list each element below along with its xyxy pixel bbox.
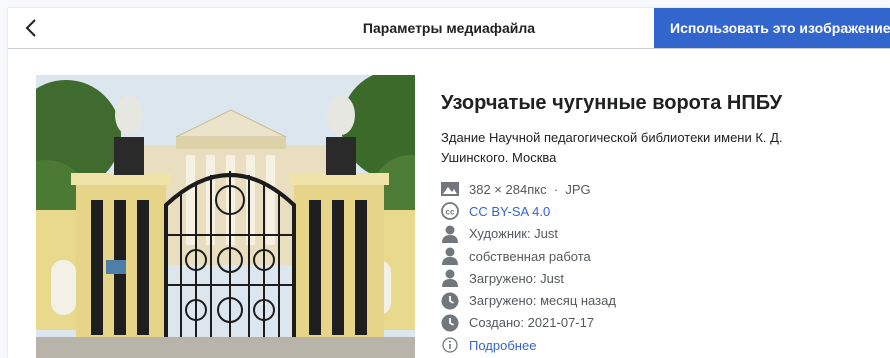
cc-icon: cc xyxy=(441,202,459,221)
user-icon xyxy=(441,247,459,266)
user-icon xyxy=(441,225,459,243)
meta-license: cc CC BY-SA 4.0 xyxy=(441,200,881,222)
meta-created: Создано: 2021-07-17 xyxy=(441,312,881,334)
image-icon xyxy=(441,180,459,198)
media-preview-image xyxy=(36,75,415,358)
info-icon xyxy=(441,336,459,354)
size-text: 382 × 284пкс xyxy=(469,181,547,197)
clock-icon xyxy=(441,292,459,310)
meta-size: 382 × 284пкс · JPG xyxy=(441,178,881,200)
chevron-left-icon xyxy=(25,19,36,37)
meta-uploader: Загружено: Just xyxy=(441,267,881,289)
clock-icon xyxy=(441,314,459,332)
media-info-panel: Узорчатые чугунные ворота НПБУ Здание На… xyxy=(441,90,881,356)
back-button[interactable] xyxy=(16,12,48,44)
separator: · xyxy=(553,181,559,197)
meta-source: собственная работа xyxy=(441,245,881,267)
uploaded-when-text: Загружено: месяц назад xyxy=(469,293,616,309)
dialog-header: Параметры медиафайла Использовать это из… xyxy=(8,8,890,49)
media-title: Узорчатые чугунные ворота НПБУ xyxy=(441,92,783,114)
meta-artist: Художник: Just xyxy=(441,223,881,245)
user-icon xyxy=(441,269,459,288)
license-link[interactable]: CC BY-SA 4.0 xyxy=(469,204,550,219)
metadata-list: 382 × 284пкс · JPG cc CC BY-SA 4.0 Худож… xyxy=(441,178,881,356)
svg-text:cc: cc xyxy=(446,208,455,217)
media-description: Здание Научной педагогической библиотеки… xyxy=(441,130,783,165)
use-image-button[interactable]: Использовать это изображение xyxy=(654,8,890,48)
source-text: собственная работа xyxy=(469,248,591,264)
artist-text: Художник: Just xyxy=(469,226,559,242)
media-settings-dialog: Параметры медиафайла Использовать это из… xyxy=(8,8,890,358)
format-text: JPG xyxy=(565,181,591,197)
created-text: Создано: 2021-07-17 xyxy=(469,315,595,331)
meta-more: Подробнее xyxy=(441,334,881,356)
meta-uploaded-when: Загружено: месяц назад xyxy=(441,289,881,311)
uploader-text: Загружено: Just xyxy=(469,270,564,286)
more-details-link[interactable]: Подробнее xyxy=(469,338,536,353)
